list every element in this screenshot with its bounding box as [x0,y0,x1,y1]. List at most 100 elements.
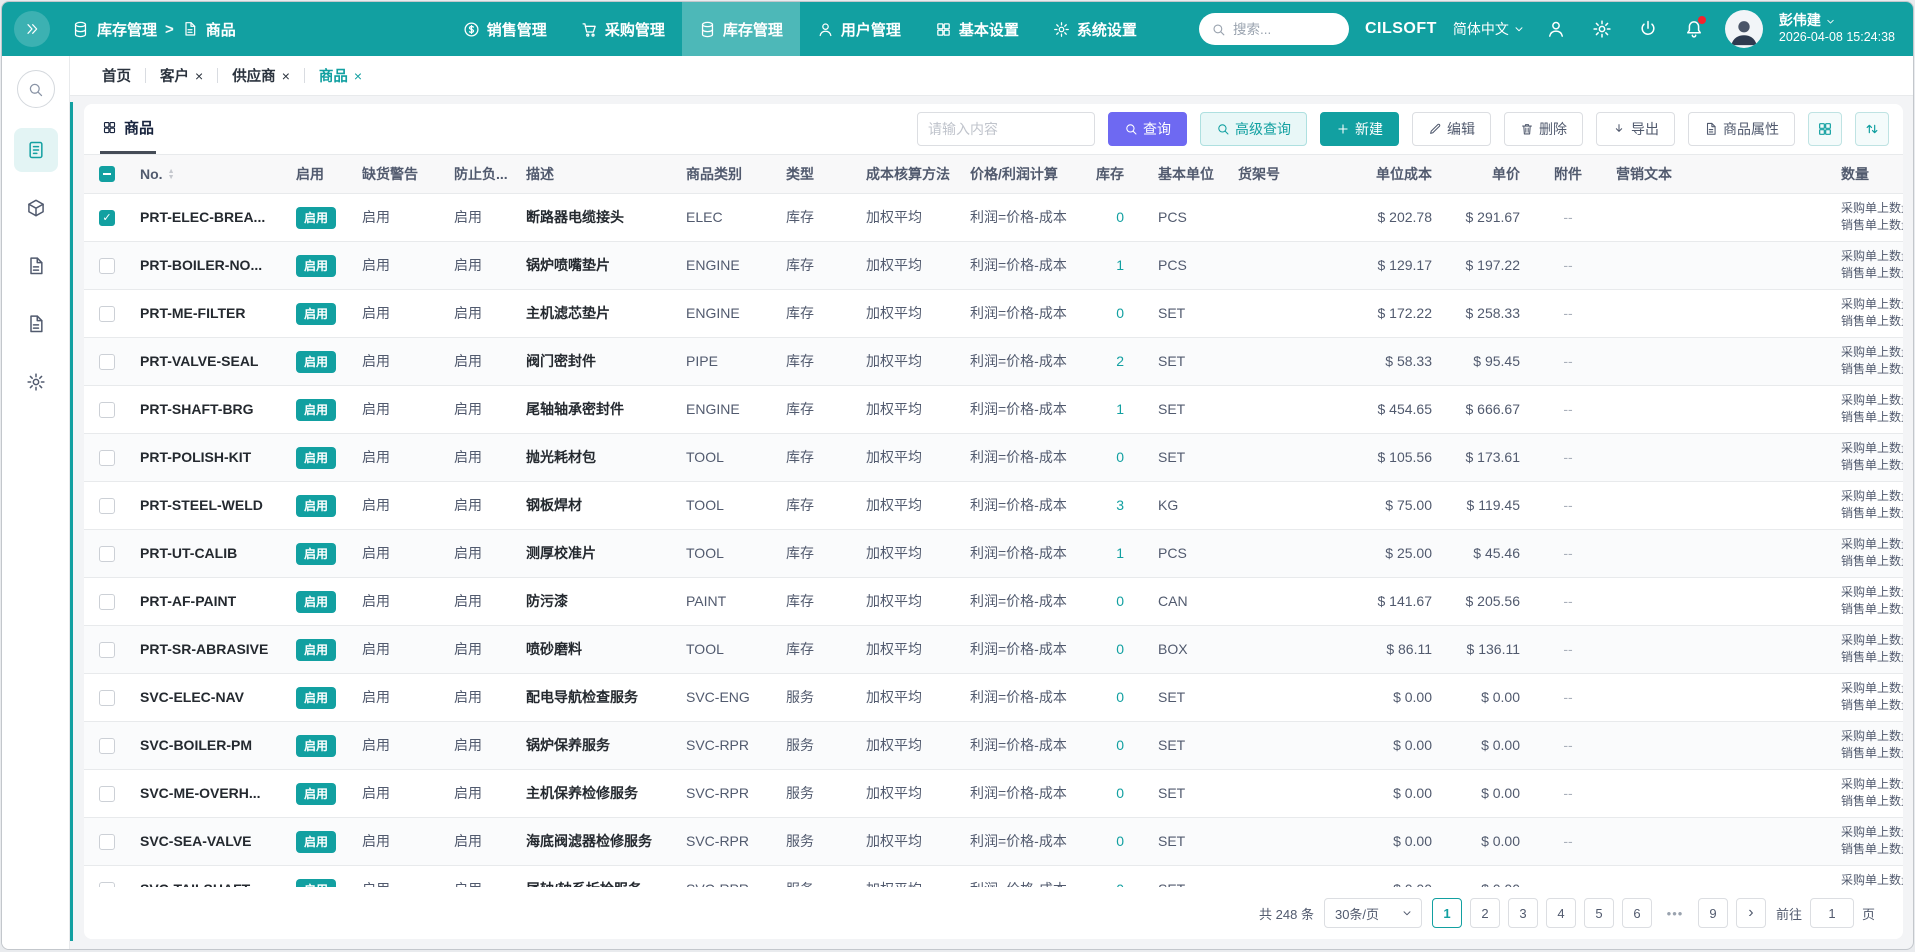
bell-icon-button[interactable] [1679,14,1709,44]
cell-stock[interactable]: 0 [1076,193,1134,241]
cell-no[interactable]: PRT-SR-ABRASIVE [130,625,286,673]
cell-no[interactable]: PRT-VALVE-SEAL [130,337,286,385]
sidebar-item-0[interactable] [14,128,58,172]
tab-首页[interactable]: 首页 [90,65,143,86]
sidebar-item-1[interactable] [14,186,58,230]
cell-stock[interactable]: 1 [1076,241,1134,289]
cell-stock[interactable]: 0 [1076,721,1134,769]
cell-stock[interactable]: 0 [1076,673,1134,721]
cell-no[interactable]: SVC-ME-OVERH... [130,769,286,817]
cell-no[interactable]: PRT-STEEL-WELD [130,481,286,529]
row-checkbox[interactable] [99,546,115,562]
user-info[interactable]: 彭伟建 2026-04-08 15:24:38 [1779,12,1895,45]
row-checkbox[interactable] [99,834,115,850]
tab-供应商[interactable]: 供应商× [220,65,302,86]
next-page-button[interactable]: › [1736,898,1766,928]
cell-no[interactable]: PRT-POLISH-KIT [130,433,286,481]
page-size-select[interactable]: 30条/页 [1324,898,1422,928]
cell-stock[interactable]: 0 [1076,433,1134,481]
row-checkbox[interactable] [99,258,115,274]
view-grid-button[interactable] [1808,112,1842,146]
global-search-input[interactable] [1233,22,1333,37]
language-selector[interactable]: 简体中文 [1453,19,1525,39]
sidebar-search-button[interactable] [17,70,55,108]
cell-no[interactable]: PRT-BOILER-NO... [130,241,286,289]
page-button-3[interactable]: 3 [1508,898,1538,928]
cell-stock[interactable]: 3 [1076,481,1134,529]
select-all-checkbox[interactable] [99,166,115,182]
sort-toggle-button[interactable] [1855,112,1889,146]
sidebar-item-4[interactable] [14,360,58,404]
cell-no[interactable]: PRT-AF-PAINT [130,577,286,625]
cell-no[interactable]: PRT-SHAFT-BRG [130,385,286,433]
close-icon[interactable]: × [354,68,362,84]
cell-stock[interactable]: 0 [1076,625,1134,673]
column-header-no[interactable]: No.▲▼ [130,155,286,193]
menu-item-销售管理[interactable]: 销售管理 [446,2,564,56]
cell-stock[interactable]: 0 [1076,769,1134,817]
cell-stock[interactable]: 0 [1076,289,1134,337]
delete-button[interactable]: 删除 [1504,112,1583,146]
sidebar-item-3[interactable] [14,302,58,346]
panel-title-tab[interactable]: 商品 [100,104,156,154]
breadcrumb-root[interactable]: 库存管理 [97,19,157,40]
power-icon-button[interactable] [1633,14,1663,44]
export-button[interactable]: 导出 [1596,112,1675,146]
menu-item-系统设置[interactable]: 系统设置 [1036,2,1154,56]
row-checkbox[interactable] [99,450,115,466]
cell-stock[interactable]: 0 [1076,865,1134,887]
cell-stock[interactable]: 1 [1076,385,1134,433]
edit-button[interactable]: 编辑 [1412,112,1491,146]
cell-stock[interactable]: 1 [1076,529,1134,577]
cell-no[interactable]: SVC-ELEC-NAV [130,673,286,721]
cell-stock[interactable]: 0 [1076,817,1134,865]
global-search[interactable] [1199,13,1349,45]
sidebar-collapse-button[interactable] [14,11,50,47]
sidebar-item-2[interactable] [14,244,58,288]
tab-商品[interactable]: 商品× [307,65,374,86]
row-checkbox[interactable] [99,738,115,754]
menu-item-用户管理[interactable]: 用户管理 [800,2,918,56]
row-checkbox[interactable] [99,690,115,706]
page-button-1[interactable]: 1 [1432,898,1462,928]
menu-item-库存管理[interactable]: 库存管理 [682,2,800,56]
breadcrumb-current[interactable]: 商品 [206,19,236,40]
page-button-2[interactable]: 2 [1470,898,1500,928]
menu-item-采购管理[interactable]: 采购管理 [564,2,682,56]
row-checkbox[interactable] [99,354,115,370]
page-button-5[interactable]: 5 [1584,898,1614,928]
close-icon[interactable]: × [195,68,203,84]
row-checkbox[interactable] [99,306,115,322]
query-button[interactable]: 查询 [1108,112,1187,146]
cell-no[interactable]: PRT-ME-FILTER [130,289,286,337]
page-button-6[interactable]: 6 [1622,898,1652,928]
user-avatar[interactable] [1725,10,1763,48]
page-button-4[interactable]: 4 [1546,898,1576,928]
menu-item-基本设置[interactable]: 基本设置 [918,2,1036,56]
user-icon-button[interactable] [1541,14,1571,44]
page-button-9[interactable]: 9 [1698,898,1728,928]
cell-no[interactable]: PRT-UT-CALIB [130,529,286,577]
tab-客户[interactable]: 客户× [148,65,215,86]
row-checkbox[interactable] [99,402,115,418]
sort-icon[interactable]: ▲▼ [168,169,175,181]
gear-icon-button[interactable] [1587,14,1617,44]
cell-no[interactable]: SVC-TAILSHAFT... [130,865,286,887]
column-header-sel[interactable] [84,155,130,193]
cell-no[interactable]: PRT-ELEC-BREA... [130,193,286,241]
row-checkbox[interactable] [99,498,115,514]
create-button[interactable]: 新建 [1320,112,1399,146]
row-checkbox[interactable] [99,642,115,658]
close-icon[interactable]: × [282,68,290,84]
cell-no[interactable]: SVC-BOILER-PM [130,721,286,769]
goto-page-input[interactable] [1810,898,1854,928]
filter-input[interactable] [917,112,1095,146]
row-checkbox[interactable] [99,210,115,226]
advanced-query-button[interactable]: 高级查询 [1200,112,1307,146]
cell-stock[interactable]: 0 [1076,577,1134,625]
cell-stock[interactable]: 2 [1076,337,1134,385]
product-attrs-button[interactable]: 商品属性 [1688,112,1795,146]
row-checkbox[interactable] [99,594,115,610]
row-checkbox[interactable] [99,786,115,802]
cell-no[interactable]: SVC-SEA-VALVE [130,817,286,865]
